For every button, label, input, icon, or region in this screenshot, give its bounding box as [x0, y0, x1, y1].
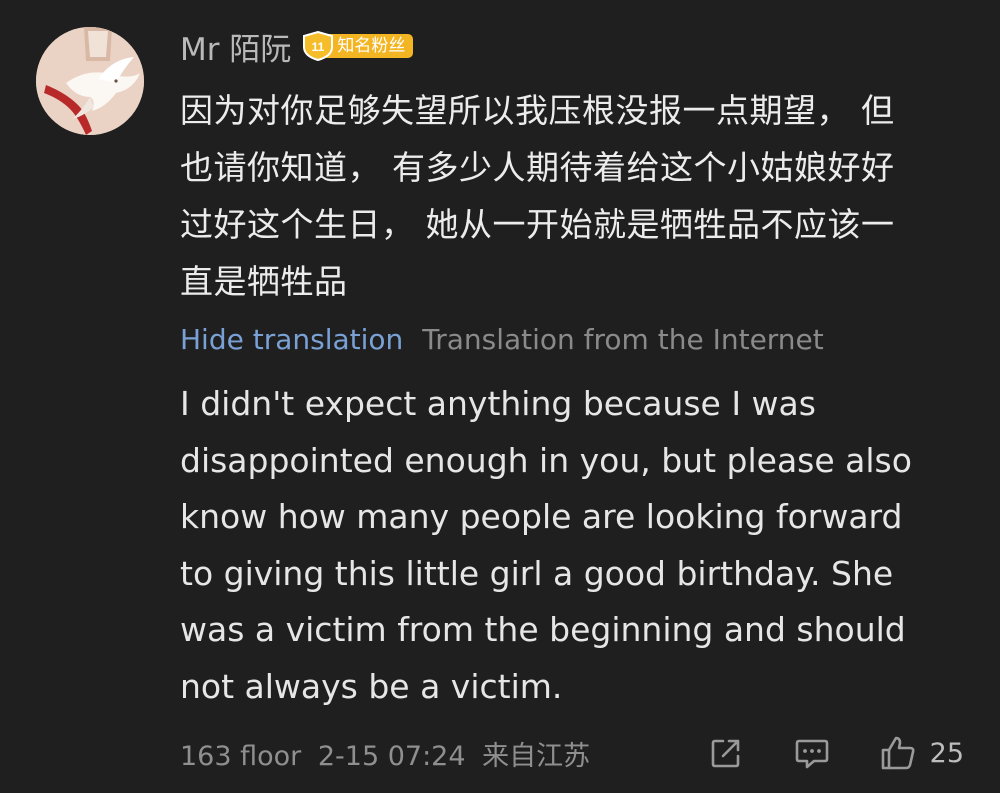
original-comment-line: 过好这个生日， 她从一开始就是牺牲品不应该一 [180, 205, 895, 244]
avatar[interactable] [36, 27, 144, 135]
like-count: 25 [929, 737, 964, 769]
fan-badge[interactable]: 11 知名粉丝 [301, 31, 414, 61]
dove-avatar-image [36, 27, 144, 135]
original-comment-line: 直是牺牲品 [180, 262, 348, 301]
hide-translation-link[interactable]: Hide translation [180, 323, 403, 356]
translation-bar: Hide translation Translation from the In… [180, 320, 824, 360]
original-comment-line: 也请你知道， 有多少人期待着给这个小姑娘好好 [180, 148, 895, 187]
translated-comment-line: disappointed enough in you, but please a… [180, 440, 912, 480]
comment-meta: 163 floor 2-15 07:24 来自江苏 [180, 734, 598, 773]
share-icon[interactable] [708, 735, 744, 771]
translated-comment-line: know how many people are looking forward [180, 497, 903, 536]
user-header: Mr 陌阮 11 知名粉丝 [180, 24, 414, 69]
translated-comment-line: to giving this little girl a good birthd… [180, 553, 894, 593]
comment-actions: 25 [708, 735, 964, 771]
original-comment: 因为对你足够失望所以我压根没报一点期望， 但 也请你知道， 有多少人期待着给这个… [180, 82, 960, 310]
translation-source-label: Translation from the Internet [422, 323, 824, 356]
comment-footer: 163 floor 2-15 07:24 来自江苏 25 [180, 733, 964, 773]
original-comment-line: 因为对你足够失望所以我压根没报一点期望， 但 [180, 91, 895, 130]
comment-icon[interactable] [794, 735, 830, 771]
thumbs-up-icon[interactable] [880, 735, 916, 771]
translated-comment-line: was a victim from the beginning and shou… [180, 610, 906, 649]
location: 来自江苏 [482, 740, 591, 772]
badge-level: 11 [312, 40, 325, 54]
username[interactable]: Mr 陌阮 [180, 24, 291, 69]
translated-comment-line: not always be a victim. [180, 666, 563, 706]
timestamp: 2-15 07:24 [317, 740, 466, 772]
floor-number: 163 floor [180, 740, 302, 772]
translated-comment: I didn't expect anything because I was d… [180, 376, 980, 715]
badge-label: 知名粉丝 [323, 34, 414, 58]
diamond-badge-icon: 11 [303, 31, 334, 61]
translated-comment-line: I didn't expect anything because I was [180, 384, 816, 423]
